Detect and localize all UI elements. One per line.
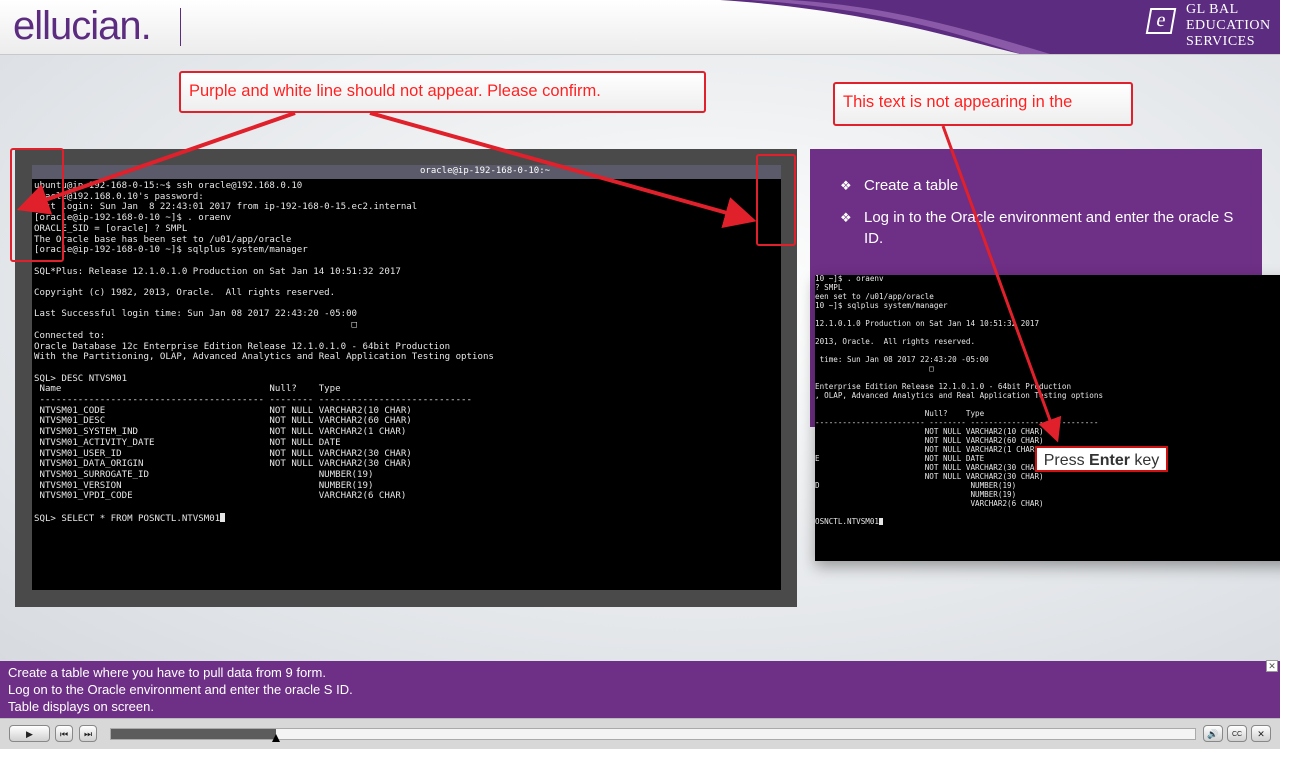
caption-line: Create a table where you have to pull da… [8, 665, 326, 680]
caption-bar: Create a table where you have to pull da… [0, 661, 1280, 718]
right-margin [1280, 0, 1299, 762]
seek-bar[interactable] [110, 728, 1196, 742]
play-button[interactable]: ▶ [9, 725, 50, 742]
closed-captions-button[interactable]: CC [1227, 725, 1247, 742]
next-button[interactable]: ⏭ [79, 725, 97, 742]
playback-controls: ▶ ⏮ ⏭ 🔊 CC ✕ [0, 718, 1280, 749]
caption-line: Table displays on screen. [8, 699, 154, 714]
stage: ellucian. e GL BAL EDUCATION SERVICES or… [0, 0, 1280, 762]
callout-left: Purple and white line should not appear.… [179, 71, 706, 113]
seek-handle-icon[interactable] [271, 734, 280, 742]
callout-right: This text is not appearing in the [833, 82, 1133, 126]
caption-close-icon[interactable]: ✕ [1266, 660, 1278, 672]
caption-line: Log on to the Oracle environment and ent… [8, 682, 353, 697]
arrow-to-left-box [16, 111, 296, 215]
close-player-button[interactable]: ✕ [1251, 725, 1271, 742]
previous-button[interactable]: ⏮ [55, 725, 73, 742]
volume-button[interactable]: 🔊 [1203, 725, 1223, 742]
arrow-to-right-box [369, 111, 757, 229]
arrow-to-press-enter [941, 125, 1062, 443]
seek-progress [111, 729, 276, 739]
